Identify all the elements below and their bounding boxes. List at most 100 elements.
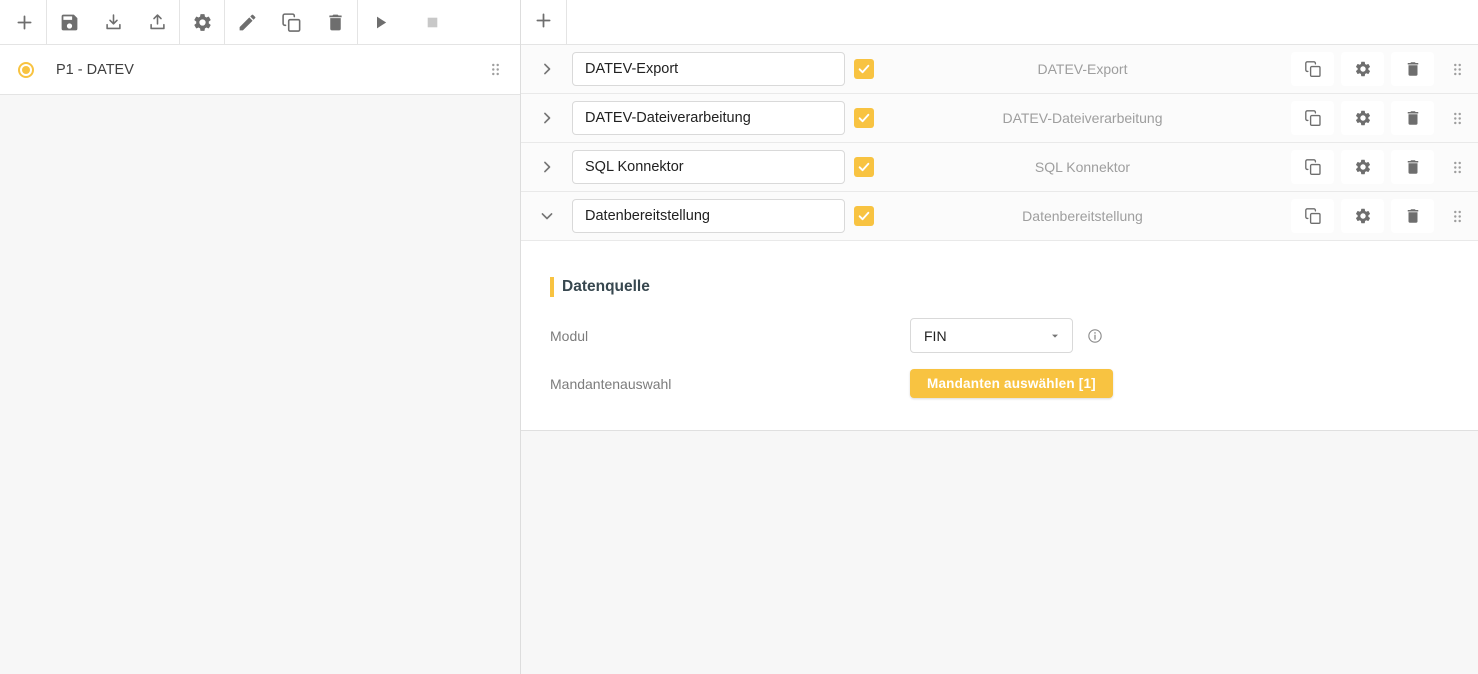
drag-handle-icon[interactable] (1446, 109, 1468, 128)
plus-icon (14, 12, 35, 33)
step-actions (1291, 199, 1434, 233)
step-row: Datenbereitstellung (521, 192, 1478, 241)
modul-field-label: Modul (550, 328, 910, 344)
project-pane: P1 - DATEV (0, 0, 521, 674)
stop-button[interactable] (410, 0, 454, 44)
duplicate-button[interactable] (269, 0, 313, 44)
step-expand-button[interactable] (521, 205, 567, 227)
stop-icon (422, 12, 443, 33)
save-icon (59, 12, 80, 33)
chevron-down-icon (537, 206, 557, 226)
step-label: DATEV-Dateiverarbeitung (874, 110, 1291, 126)
delete-step-button[interactable] (1391, 199, 1434, 233)
step-label: SQL Konnektor (874, 159, 1291, 175)
drag-handle-icon[interactable] (484, 60, 506, 79)
settings-button[interactable] (180, 0, 224, 44)
delete-step-button[interactable] (1391, 150, 1434, 184)
trash-icon (1404, 207, 1422, 225)
step-name-input[interactable] (572, 150, 845, 184)
copy-icon (1304, 207, 1322, 225)
step-name-input[interactable] (572, 199, 845, 233)
drag-handle-icon[interactable] (1446, 158, 1468, 177)
section-title: Datenquelle (562, 278, 650, 296)
copy-step-button[interactable] (1291, 101, 1334, 135)
pencil-icon (237, 12, 258, 33)
copy-icon (1304, 109, 1322, 127)
copy-icon (1304, 158, 1322, 176)
modul-select[interactable]: FIN (910, 318, 1073, 353)
step-enabled-checkbox[interactable] (854, 157, 874, 177)
modul-field-row: Modul FIN (550, 318, 1448, 353)
mandanten-field-label: Mandantenauswahl (550, 376, 910, 392)
gear-icon (1354, 207, 1372, 225)
step-actions (1291, 52, 1434, 86)
play-icon (370, 12, 391, 33)
radio-selected-icon[interactable] (18, 62, 34, 78)
step-name-input[interactable] (572, 52, 845, 86)
step-row: DATEV-Dateiverarbeitung (521, 94, 1478, 143)
heading-accent-bar (550, 277, 554, 297)
step-settings-button[interactable] (1341, 199, 1384, 233)
app-window: P1 - DATEV DATEV-Export (0, 0, 1478, 674)
step-expand-button[interactable] (521, 156, 567, 178)
detail-section: Datenquelle Modul FIN (521, 241, 1478, 431)
step-actions (1291, 150, 1434, 184)
drag-handle-icon[interactable] (1446, 207, 1468, 226)
project-label: P1 - DATEV (56, 62, 484, 78)
copy-step-button[interactable] (1291, 150, 1334, 184)
step-settings-button[interactable] (1341, 52, 1384, 86)
step-name-input[interactable] (572, 101, 845, 135)
step-expand-button[interactable] (521, 58, 567, 80)
copy-step-button[interactable] (1291, 52, 1334, 86)
project-item[interactable]: P1 - DATEV (0, 45, 520, 95)
step-settings-button[interactable] (1341, 101, 1384, 135)
save-button[interactable] (47, 0, 91, 44)
gear-icon (1354, 60, 1372, 78)
empty-area (521, 431, 1478, 674)
trash-icon (1404, 109, 1422, 127)
run-button[interactable] (358, 0, 402, 44)
trash-icon (1404, 158, 1422, 176)
check-icon (857, 62, 871, 76)
step-enabled-checkbox[interactable] (854, 206, 874, 226)
step-label: DATEV-Export (874, 61, 1291, 77)
modul-info-button[interactable] (1086, 327, 1104, 345)
delete-step-button[interactable] (1391, 101, 1434, 135)
delete-step-button[interactable] (1391, 52, 1434, 86)
edit-button[interactable] (225, 0, 269, 44)
download-button[interactable] (91, 0, 135, 44)
copy-step-button[interactable] (1291, 199, 1334, 233)
check-icon (857, 209, 871, 223)
caret-down-icon (1047, 328, 1063, 344)
chevron-right-icon (537, 157, 557, 177)
download-icon (103, 12, 124, 33)
delete-button[interactable] (313, 0, 357, 44)
gear-icon (1354, 109, 1372, 127)
check-icon (857, 160, 871, 174)
add-button[interactable] (2, 0, 46, 44)
step-settings-button[interactable] (1341, 150, 1384, 184)
mandanten-select-button[interactable]: Mandanten auswählen [1] (910, 369, 1113, 398)
step-row: DATEV-Export (521, 45, 1478, 94)
modul-select-value: FIN (924, 328, 947, 344)
chevron-right-icon (537, 108, 557, 128)
main-toolbar (0, 0, 520, 45)
copy-icon (1304, 60, 1322, 78)
drag-handle-icon[interactable] (1446, 60, 1468, 79)
step-expand-button[interactable] (521, 107, 567, 129)
steps-topbar (521, 0, 1478, 45)
topbar-divider (566, 0, 567, 44)
add-step-button[interactable] (521, 0, 566, 44)
info-icon (1086, 327, 1104, 345)
step-enabled-checkbox[interactable] (854, 108, 874, 128)
plus-icon (533, 10, 554, 34)
steps-pane: DATEV-Export DATEV-Dateiverarbeitung (521, 0, 1478, 674)
step-row: SQL Konnektor (521, 143, 1478, 192)
step-actions (1291, 101, 1434, 135)
upload-button[interactable] (135, 0, 179, 44)
section-heading: Datenquelle (550, 277, 1448, 297)
step-list: DATEV-Export DATEV-Dateiverarbeitung (521, 45, 1478, 241)
step-enabled-checkbox[interactable] (854, 59, 874, 79)
step-label: Datenbereitstellung (874, 208, 1291, 224)
mandanten-field-row: Mandantenauswahl Mandanten auswählen [1] (550, 369, 1448, 398)
